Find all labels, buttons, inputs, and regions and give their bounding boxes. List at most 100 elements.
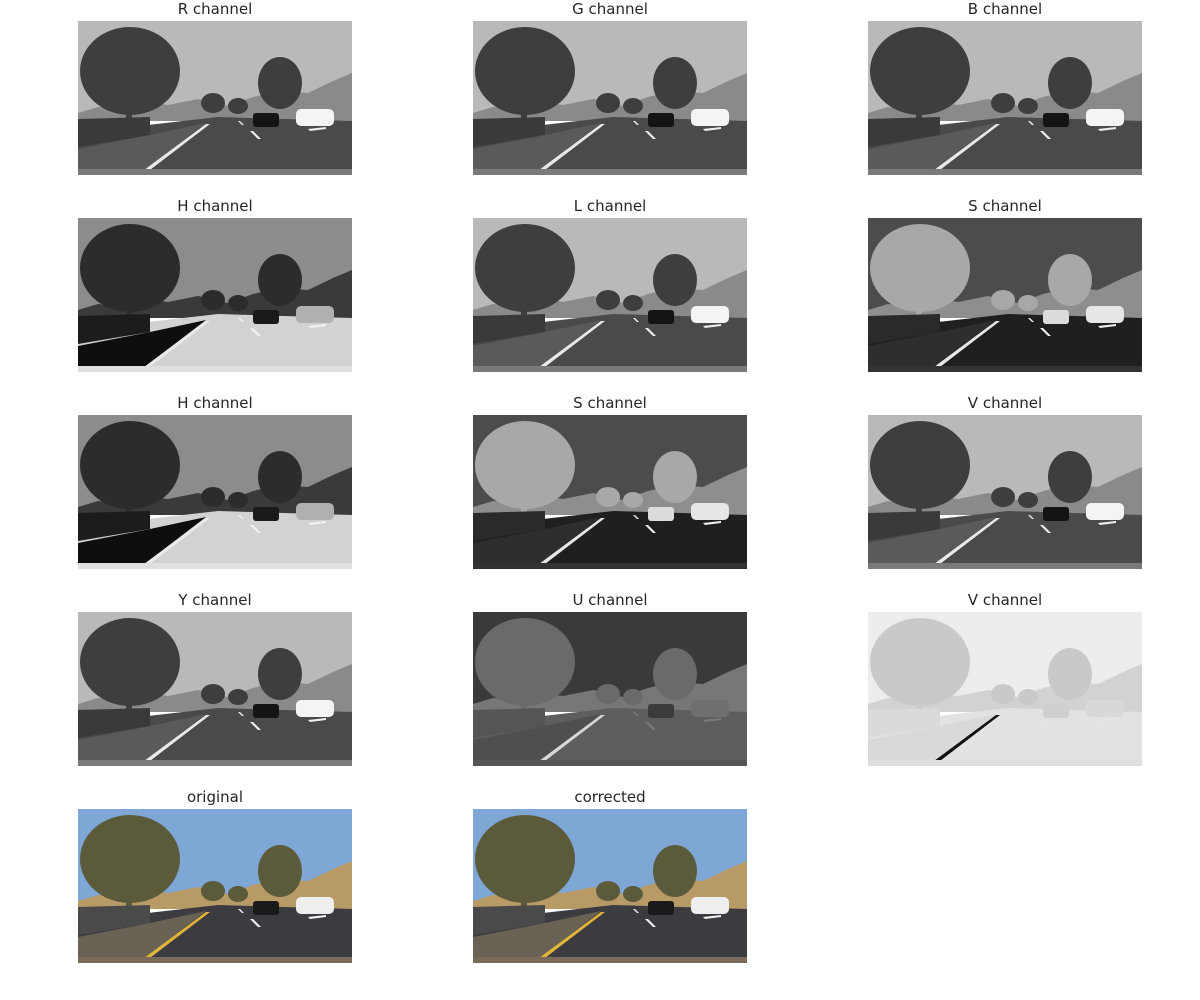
panel-image	[868, 21, 1142, 175]
dark-car	[253, 901, 279, 915]
panel-image	[868, 415, 1142, 569]
panel-s-channel-hls: S channel	[868, 197, 1142, 373]
dark-car	[1043, 113, 1069, 127]
small-tree	[258, 451, 302, 503]
small-tree	[653, 648, 697, 700]
panel-image	[473, 809, 747, 963]
panel-v-channel-hsv: V channel	[868, 394, 1142, 570]
small-tree	[1048, 57, 1092, 109]
bush	[991, 290, 1015, 310]
bush	[596, 684, 620, 704]
car-hood	[473, 563, 747, 569]
white-car	[296, 109, 334, 126]
scene-image	[473, 415, 747, 569]
bush	[991, 684, 1015, 704]
panel-title: H channel	[177, 197, 253, 215]
scene-image	[473, 612, 747, 766]
panel-image	[78, 809, 352, 963]
scene-image	[78, 218, 352, 372]
panel-image	[78, 218, 352, 372]
bush	[228, 492, 248, 508]
panel-title: corrected	[574, 788, 646, 806]
small-tree	[258, 57, 302, 109]
small-tree	[653, 845, 697, 897]
bush	[1018, 295, 1038, 311]
white-car	[296, 306, 334, 323]
white-car	[296, 700, 334, 717]
small-tree	[1048, 254, 1092, 306]
scene-image	[868, 415, 1142, 569]
dark-car	[648, 901, 674, 915]
scene-image	[473, 21, 747, 175]
dark-car	[253, 507, 279, 521]
white-car	[691, 503, 729, 520]
panel-image	[868, 612, 1142, 766]
panel-h-channel-hls: H channel	[78, 197, 352, 373]
dark-car	[253, 704, 279, 718]
scene-image	[78, 809, 352, 963]
bush	[991, 487, 1015, 507]
bush	[596, 487, 620, 507]
panel-g-channel: G channel	[473, 0, 747, 176]
car-hood	[473, 366, 747, 372]
scene-image	[868, 218, 1142, 372]
bush	[228, 886, 248, 902]
scene-image	[868, 21, 1142, 175]
bush	[201, 290, 225, 310]
bush	[201, 93, 225, 113]
bush	[596, 881, 620, 901]
bush	[596, 93, 620, 113]
bush	[623, 98, 643, 114]
panel-title: S channel	[573, 394, 647, 412]
bush	[623, 886, 643, 902]
panel-original: original	[78, 788, 352, 964]
panel-image	[473, 415, 747, 569]
panel-title: V channel	[967, 394, 1043, 412]
car-hood	[78, 760, 352, 766]
dark-car	[648, 507, 674, 521]
car-hood	[868, 563, 1142, 569]
car-hood	[78, 169, 352, 175]
car-hood	[473, 169, 747, 175]
white-car	[691, 306, 729, 323]
car-hood	[868, 169, 1142, 175]
panel-image	[78, 612, 352, 766]
car-hood	[473, 957, 747, 963]
panel-title: H channel	[177, 394, 253, 412]
panel-y-channel: Y channel	[78, 591, 352, 767]
bush	[201, 684, 225, 704]
panel-l-channel: L channel	[473, 197, 747, 373]
bush	[201, 881, 225, 901]
white-car	[691, 897, 729, 914]
panel-s-channel-hsv: S channel	[473, 394, 747, 570]
dark-car	[253, 310, 279, 324]
panel-title: original	[186, 788, 244, 806]
bush	[596, 290, 620, 310]
scene-image	[78, 415, 352, 569]
bush	[623, 492, 643, 508]
bush	[623, 295, 643, 311]
dark-car	[1043, 704, 1069, 718]
panel-title: Y channel	[178, 591, 252, 609]
car-hood	[78, 957, 352, 963]
small-tree	[1048, 451, 1092, 503]
white-car	[1086, 306, 1124, 323]
white-car	[296, 503, 334, 520]
panel-title: L channel	[573, 197, 647, 215]
panel-title: S channel	[968, 197, 1042, 215]
bush	[228, 98, 248, 114]
bush	[228, 689, 248, 705]
bush	[1018, 689, 1038, 705]
panel-image	[473, 612, 747, 766]
panel-title: R channel	[177, 0, 253, 18]
small-tree	[653, 254, 697, 306]
white-car	[691, 109, 729, 126]
car-hood	[78, 366, 352, 372]
dark-car	[1043, 507, 1069, 521]
panel-v-channel-yuv: V channel	[868, 591, 1142, 767]
scene-image	[473, 809, 747, 963]
car-hood	[868, 760, 1142, 766]
scene-image	[78, 612, 352, 766]
panel-h-channel-hsv: H channel	[78, 394, 352, 570]
bush	[228, 295, 248, 311]
